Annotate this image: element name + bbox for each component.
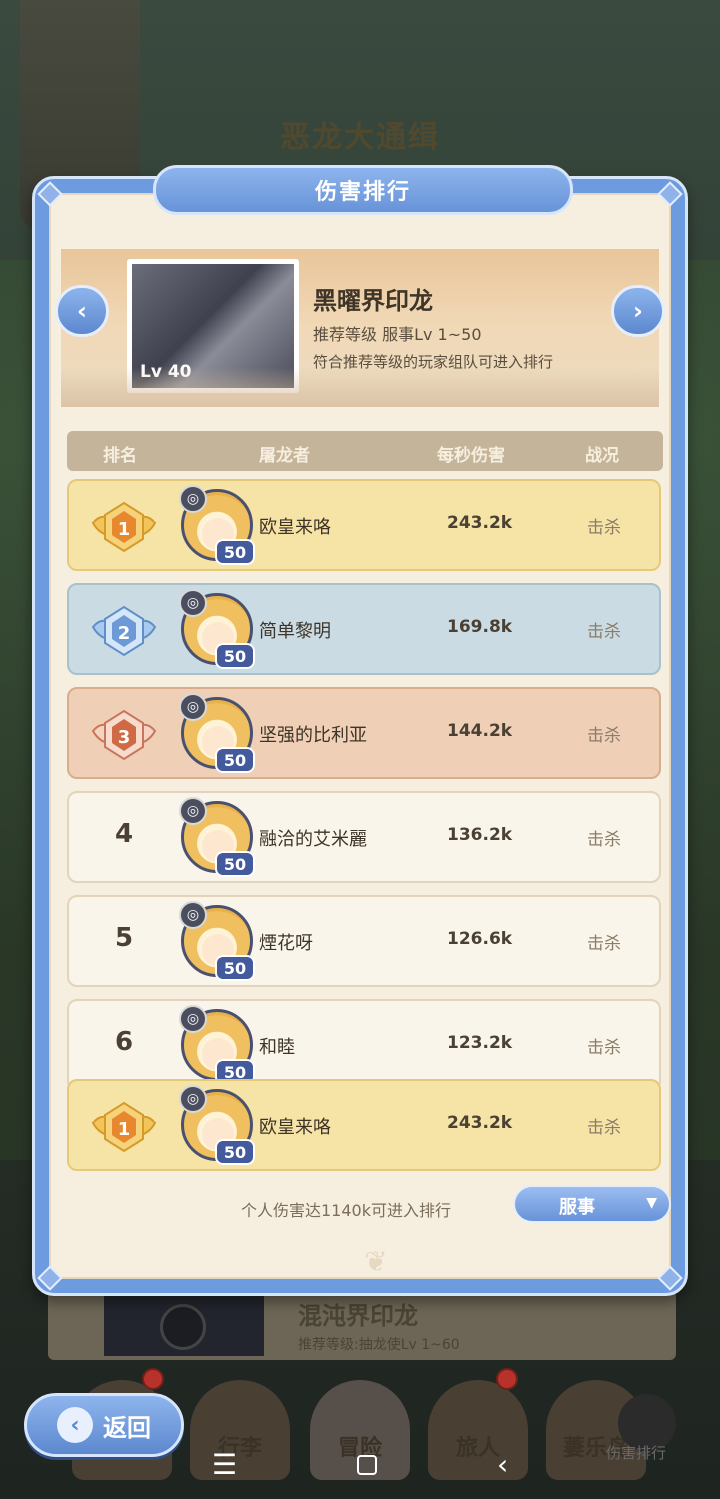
header-rank: 排名 xyxy=(103,446,137,466)
medal-rank-text: 2 xyxy=(118,623,131,644)
player-level-badge: 50 xyxy=(215,955,255,981)
server-dropdown-value: 服事 xyxy=(559,1197,595,1218)
guild-emblem-icon: ◎ xyxy=(179,901,207,929)
player-dps: 169.8k xyxy=(447,617,513,637)
guild-emblem-icon: ◎ xyxy=(179,693,207,721)
header-player: 屠龙者 xyxy=(259,446,310,466)
modal-body: Lv 40 黑曜界印龙 推荐等级 服事Lv 1~50 符合推荐等级的玩家组队可进… xyxy=(49,193,671,1279)
player-name: 和睦 xyxy=(259,1037,295,1058)
player-dps: 126.6k xyxy=(447,929,513,949)
menu-icon[interactable]: ☰ xyxy=(212,1448,237,1481)
notification-badge xyxy=(142,1368,164,1390)
next-boss-button[interactable]: › xyxy=(611,285,665,337)
boss-portrait: Lv 40 xyxy=(127,259,299,393)
behind-boss-sub: 推荐等级:抽龙使Lv 1~60 xyxy=(298,1337,460,1353)
silver-medal-icon: 2 xyxy=(91,605,157,657)
player-name: 融洽的艾米麗 xyxy=(259,829,367,850)
boss-level: Lv 40 xyxy=(140,362,192,382)
battle-status: 击杀 xyxy=(587,726,621,746)
table-row[interactable]: 4 ◎ 50 融洽的艾米麗 136.2k 击杀 xyxy=(67,791,661,883)
medal-rank-text: 3 xyxy=(118,727,131,748)
medal-rank-text: 1 xyxy=(118,519,131,540)
boss-banner: Lv 40 黑曜界印龙 推荐等级 服事Lv 1~50 符合推荐等级的玩家组队可进… xyxy=(61,249,659,407)
chevron-left-icon: ‹ xyxy=(77,297,87,325)
notification-badge xyxy=(496,1368,518,1390)
lock-icon xyxy=(160,1304,206,1350)
battle-status: 击杀 xyxy=(587,934,621,954)
rank-number: 5 xyxy=(114,923,134,953)
system-nav-bar: ☰ ‹ xyxy=(0,1430,720,1499)
table-row[interactable]: 2 ◎ 50 简单黎明 169.8k 击杀 xyxy=(67,583,661,675)
table-row[interactable]: 1 ◎ 50 欧皇来咯 243.2k 击杀 xyxy=(67,479,661,571)
player-level-badge: 50 xyxy=(215,643,255,669)
chevron-right-icon: › xyxy=(633,297,643,325)
medal-rank-text: 1 xyxy=(118,1119,131,1140)
rank-number: 4 xyxy=(114,819,134,849)
modal-title: 伤害排行 xyxy=(314,180,411,205)
player-name: 欧皇来咯 xyxy=(259,517,331,538)
guild-emblem-icon: ◎ xyxy=(179,485,207,513)
boss-recommend-level: 推荐等级 服事Lv 1~50 xyxy=(313,325,482,344)
ranking-list[interactable]: 1 ◎ 50 欧皇来咯 243.2k 击杀 2 ◎ 50 简单黎明 169.8k… xyxy=(67,479,663,1175)
chevron-down-icon: ▼ xyxy=(646,1195,657,1211)
battle-status: 击杀 xyxy=(587,518,621,538)
ornament-icon: ❦ xyxy=(364,1245,388,1278)
table-row[interactable]: 6 ◎ 50 和睦 123.2k 击杀 xyxy=(67,999,661,1091)
bronze-medal-icon: 3 xyxy=(91,709,157,761)
guild-emblem-icon: ◎ xyxy=(179,1005,207,1033)
behind-boss-card: 混沌界印龙 推荐等级:抽龙使Lv 1~60 xyxy=(48,1290,676,1360)
guild-emblem-icon: ◎ xyxy=(179,1085,207,1113)
battle-status: 击杀 xyxy=(587,622,621,642)
self-rank-row[interactable]: 1 ◎ 50 欧皇来咯 243.2k 击杀 xyxy=(67,1079,661,1171)
boss-name: 黑曜界印龙 xyxy=(313,287,433,315)
player-dps: 123.2k xyxy=(447,1033,513,1053)
player-dps: 136.2k xyxy=(447,825,513,845)
player-dps: 243.2k xyxy=(447,1113,513,1133)
player-name: 欧皇来咯 xyxy=(259,1117,331,1138)
prev-boss-button[interactable]: ‹ xyxy=(55,285,109,337)
behind-boss-name: 混沌界印龙 xyxy=(298,1302,418,1330)
player-level-badge: 50 xyxy=(215,1139,255,1165)
player-name: 坚强的比利亚 xyxy=(259,725,367,746)
system-back-icon[interactable]: ‹ xyxy=(497,1448,508,1481)
battle-status: 击杀 xyxy=(587,1118,621,1138)
player-level-badge: 50 xyxy=(215,539,255,565)
player-level-badge: 50 xyxy=(215,747,255,773)
player-level-badge: 50 xyxy=(215,851,255,877)
player-name: 煙花呀 xyxy=(259,933,313,954)
battle-status: 击杀 xyxy=(587,1038,621,1058)
player-dps: 144.2k xyxy=(447,721,513,741)
server-dropdown[interactable]: 服事 ▼ xyxy=(513,1185,671,1223)
damage-ranking-modal: Lv 40 黑曜界印龙 推荐等级 服事Lv 1~50 符合推荐等级的玩家组队可进… xyxy=(32,165,688,1296)
header-status: 战况 xyxy=(585,446,619,466)
table-row[interactable]: 3 ◎ 50 坚强的比利亚 144.2k 击杀 xyxy=(67,687,661,779)
player-dps: 243.2k xyxy=(447,513,513,533)
dragon-image: Lv 40 xyxy=(132,264,294,388)
header-dps: 每秒伤害 xyxy=(437,446,505,466)
guild-emblem-icon: ◎ xyxy=(179,797,207,825)
ranking-requirement-note: 个人伤害达1140k可进入排行 xyxy=(241,1201,451,1220)
background-page-title: 恶龙大通缉 xyxy=(280,120,440,155)
guild-emblem-icon: ◎ xyxy=(179,589,207,617)
player-name: 简单黎明 xyxy=(259,621,331,642)
battle-status: 击杀 xyxy=(587,830,621,850)
rank-number: 6 xyxy=(114,1027,134,1057)
gold-medal-icon: 1 xyxy=(91,1101,157,1153)
ranking-table-header: 排名 屠龙者 每秒伤害 战况 xyxy=(67,431,663,471)
boss-note: 符合推荐等级的玩家组队可进入排行 xyxy=(313,353,554,371)
modal-title-tab: 伤害排行 xyxy=(153,165,573,215)
table-row[interactable]: 5 ◎ 50 煙花呀 126.6k 击杀 xyxy=(67,895,661,987)
gold-medal-icon: 1 xyxy=(91,501,157,553)
home-icon[interactable] xyxy=(356,1454,377,1475)
